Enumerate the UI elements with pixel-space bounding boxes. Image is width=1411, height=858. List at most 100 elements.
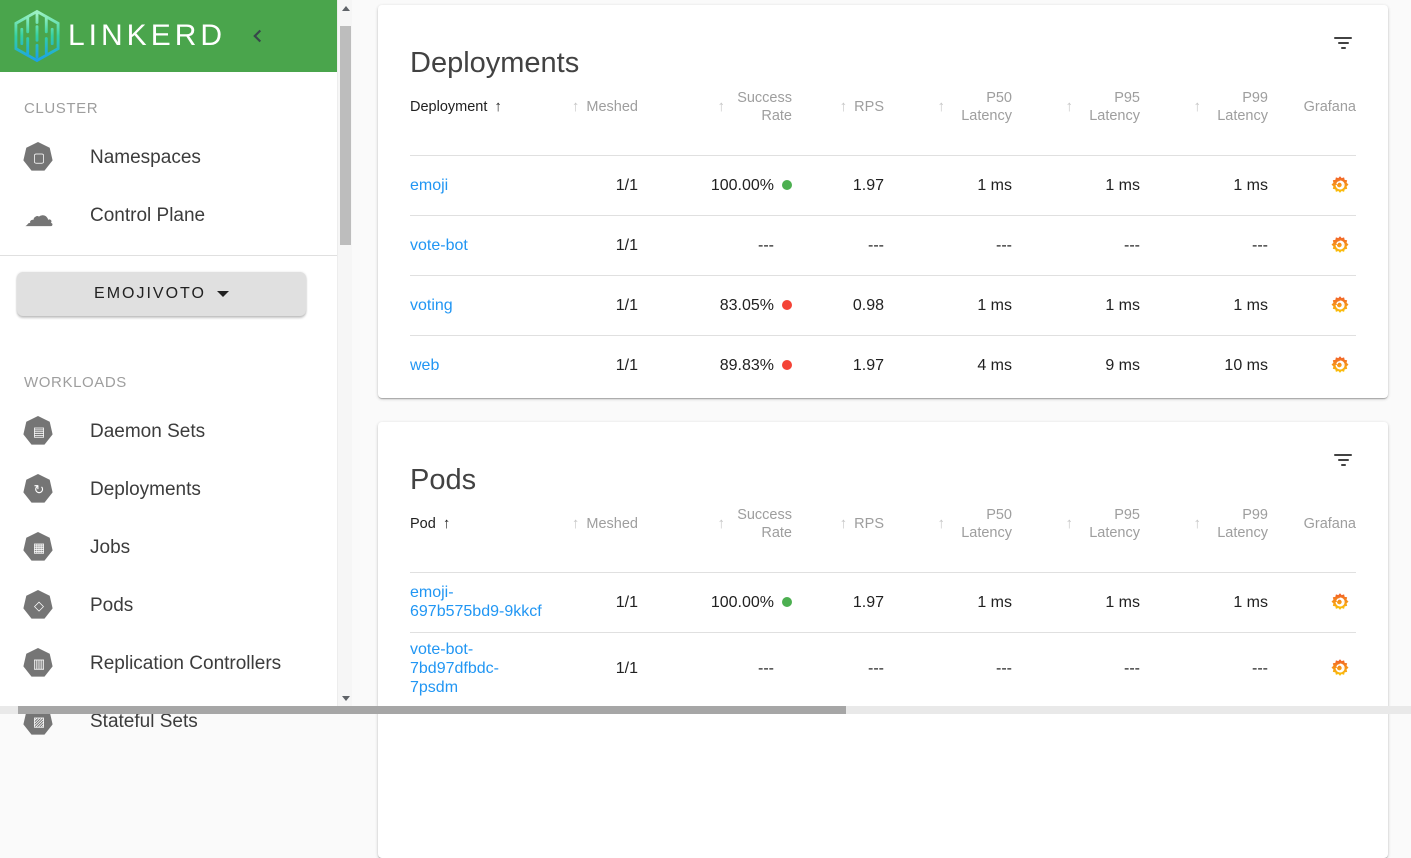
cell-p95: --- <box>1012 214 1140 275</box>
col-header-label: P50 Latency <box>961 506 1012 541</box>
vertical-scrollbar-thumb[interactable] <box>340 26 351 245</box>
horizontal-scrollbar-thumb[interactable] <box>18 706 846 714</box>
sidebar-item-label: Daemon Sets <box>90 421 206 442</box>
cell-p99: --- <box>1140 214 1268 275</box>
status-dot-good <box>782 597 792 607</box>
cell-meshed: 1/1 <box>542 631 638 704</box>
collapse-sidebar-icon[interactable] <box>246 24 270 48</box>
cell-grafana <box>1268 631 1356 704</box>
cell-success_rate: 89.83% <box>638 334 792 395</box>
table-header-row: Pod ↑ ↑ Meshed ↑ Success Rate ↑ RPS ↑ P50 Latency… <box>410 480 1356 573</box>
scroll-up-arrow[interactable] <box>338 1 353 15</box>
col-header-success_rate[interactable]: ↑ Success Rate <box>638 480 792 573</box>
sidebar-divider <box>0 255 337 256</box>
cell-success_rate: 100.00% <box>638 572 792 632</box>
sidebar-item-daemon-sets[interactable]: ▤ Daemon Sets <box>0 403 337 461</box>
cell-rps: --- <box>792 214 884 275</box>
filter-icon[interactable] <box>1334 444 1352 466</box>
pods-name-link[interactable]: vote-bot-7bd97dfbdc-7psdm <box>410 641 499 696</box>
sidebar: LINKERD CLUSTER ▢ Namespaces ☁ Control Plane… <box>0 0 337 735</box>
col-header-p99[interactable]: ↑ P99 Latency <box>1140 63 1268 156</box>
filter-icon[interactable] <box>1334 27 1352 49</box>
cell-success_rate: 100.00% <box>638 155 792 215</box>
col-header-meshed[interactable]: ↑ Meshed <box>542 480 638 573</box>
sort-arrow-icon: ↑ <box>1065 514 1074 532</box>
cell-p50: --- <box>884 214 1012 275</box>
deployments-card-title: Deployments <box>410 47 580 80</box>
sort-arrow-icon: ↑ <box>571 97 580 115</box>
vertical-scrollbar <box>337 0 352 714</box>
cell-success_rate: 83.05% <box>638 274 792 335</box>
deployments-name-link[interactable]: voting <box>410 297 453 314</box>
sidebar-item-label: Control Plane <box>90 205 206 226</box>
table-row: web 1/1 89.83% 1.97 4 ms 9 ms 10 ms <box>410 334 1356 395</box>
cell-p50: 4 ms <box>884 334 1012 395</box>
namespace-selector-button[interactable]: EMOJIVOTO <box>17 272 306 316</box>
col-header-label: Pod <box>410 515 436 532</box>
col-header-p95[interactable]: ↑ P95 Latency <box>1012 480 1140 573</box>
col-header-grafana: Grafana <box>1268 63 1356 156</box>
col-header-label: P99 Latency <box>1217 506 1268 541</box>
cell-grafana <box>1268 334 1356 395</box>
sidebar-item-label: Replication Controllers <box>90 653 282 674</box>
cell-rps: 0.98 <box>792 274 884 335</box>
linkerd-logo-icon <box>14 9 60 63</box>
grafana-icon[interactable] <box>1330 658 1350 678</box>
sidebar-nav: CLUSTER ▢ Namespaces ☁ Control Plane EMOJIVOT… <box>0 100 337 751</box>
col-header-p50[interactable]: ↑ P50 Latency <box>884 480 1012 573</box>
sidebar-item-replication-controllers[interactable]: ▥ Replication Controllers <box>0 635 337 693</box>
deployments-name-link[interactable]: vote-bot <box>410 237 468 254</box>
cell-p99: 1 ms <box>1140 274 1268 335</box>
cell-p99: 1 ms <box>1233 176 1268 194</box>
sidebar-item-control-plane[interactable]: ☁ Control Plane <box>0 187 337 245</box>
sidebar-item-deployments[interactable]: ↻ Deployments <box>0 461 337 519</box>
col-header-p50[interactable]: ↑ P50 Latency <box>884 63 1012 156</box>
sidebar-item-label: Stateful Sets <box>90 711 198 732</box>
cell-grafana <box>1268 572 1356 632</box>
grafana-icon[interactable] <box>1330 592 1350 612</box>
cell-meshed: 1/1 <box>542 334 638 395</box>
sidebar-item-stateful-sets[interactable]: ▨ Stateful Sets <box>0 693 337 751</box>
cell-rps: 1.97 <box>792 334 884 395</box>
cell-p99: --- <box>1140 631 1268 704</box>
col-header-label: Grafana <box>1303 515 1356 532</box>
sidebar-item-jobs[interactable]: ▦ Jobs <box>0 519 337 577</box>
col-header-rps[interactable]: ↑ RPS <box>792 480 884 573</box>
status-dot-good <box>782 180 792 190</box>
grafana-icon[interactable] <box>1330 175 1350 195</box>
col-header-p95[interactable]: ↑ P95 Latency <box>1012 63 1140 156</box>
cell-name: emoji-697b575bd9-9kkcf <box>410 572 542 632</box>
col-header-rps[interactable]: ↑ RPS <box>792 63 884 156</box>
cell-rps: 1.97 <box>852 176 884 194</box>
pods-icon: ◇ <box>22 589 56 623</box>
cell-rps: --- <box>792 631 884 704</box>
pods-name-link[interactable]: emoji-697b575bd9-9kkcf <box>410 584 542 620</box>
cell-p50: 1 ms <box>977 176 1012 194</box>
cell-p95: --- <box>1012 631 1140 704</box>
cell-meshed: 1/1 <box>542 214 638 275</box>
sort-arrow-icon: ↑ <box>717 514 726 532</box>
sort-arrow-icon: ↑ <box>571 514 580 532</box>
col-header-success_rate[interactable]: ↑ Success Rate <box>638 63 792 156</box>
col-header-p99[interactable]: ↑ P99 Latency <box>1140 480 1268 573</box>
daemon-sets-icon: ▤ <box>22 415 56 449</box>
grafana-icon[interactable] <box>1330 355 1350 375</box>
deployments-name-link[interactable]: emoji <box>410 177 448 194</box>
sort-arrow-icon: ↑ <box>937 514 946 532</box>
success-rate-value: 89.83% <box>719 356 774 374</box>
col-header-label: RPS <box>854 98 884 115</box>
table-row: emoji 1/1 100.00% 1.97 1 ms 1 ms 1 ms <box>410 155 1356 215</box>
sidebar-item-label: Namespaces <box>90 147 201 168</box>
deployments-name-link[interactable]: web <box>410 357 439 374</box>
grafana-icon[interactable] <box>1330 235 1350 255</box>
sidebar-item-namespaces[interactable]: ▢ Namespaces <box>0 129 337 187</box>
success-rate-value: 100.00% <box>710 593 774 611</box>
grafana-icon[interactable] <box>1330 295 1350 315</box>
scroll-down-arrow[interactable] <box>338 691 353 705</box>
sidebar-item-pods[interactable]: ◇ Pods <box>0 577 337 635</box>
sidebar-item-label: Pods <box>90 595 134 616</box>
app-title: LINKERD <box>68 19 227 52</box>
col-header-label: Meshed <box>586 98 638 115</box>
sidebar-item-label: Jobs <box>90 537 131 558</box>
status-dot-bad <box>782 300 792 310</box>
